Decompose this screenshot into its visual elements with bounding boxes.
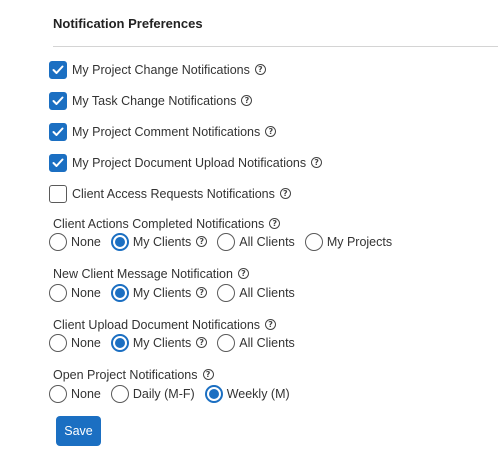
project-change-checkbox[interactable] [49, 61, 67, 79]
radio-label: Weekly (M) [226, 387, 290, 401]
radio-option-all-clients[interactable]: All Clients [217, 334, 295, 352]
radio-option-daily[interactable]: Daily (M-F) [110, 385, 195, 403]
radio-button[interactable] [217, 284, 236, 302]
help-icon[interactable]: ? [254, 63, 266, 75]
radio-option-all-clients[interactable]: All Clients [217, 233, 295, 251]
radio-button[interactable] [217, 334, 236, 352]
radio-button[interactable] [110, 334, 129, 352]
checkbox-row-project-change[interactable]: My Project Change Notifications ? [49, 60, 266, 80]
group-label-text: Client Upload Document Notifications [53, 318, 261, 332]
checkbox-row-client-access[interactable]: Client Access Requests Notifications ? [49, 184, 291, 204]
radio-label: My Clients [132, 286, 192, 300]
radio-label: All Clients [239, 235, 295, 249]
checkbox-label: My Task Change Notifications [72, 94, 237, 108]
radio-button[interactable] [49, 233, 67, 251]
help-icon[interactable]: ? [279, 187, 291, 199]
radio-option-none[interactable]: None [49, 233, 101, 251]
radio-label: None [71, 286, 101, 300]
radio-option-all-clients[interactable]: All Clients [217, 284, 295, 302]
help-icon[interactable]: ? [265, 125, 277, 137]
radio-button[interactable] [110, 385, 129, 403]
task-change-checkbox[interactable] [49, 92, 67, 110]
help-icon[interactable]: ? [311, 156, 323, 168]
radio-label: My Projects [326, 235, 393, 249]
radio-label: My Clients [132, 336, 192, 350]
radio-label: None [71, 387, 101, 401]
radio-option-none[interactable]: None [49, 385, 101, 403]
radio-option-none[interactable]: None [49, 334, 101, 352]
radio-label: None [71, 336, 101, 350]
section-title: Notification Preferences [53, 16, 203, 31]
radio-group-client-actions: None My Clients? All Clients My Projects [49, 232, 402, 252]
group-label-text: Client Actions Completed Notifications [53, 217, 265, 231]
radio-button[interactable] [110, 284, 129, 302]
checkbox-label: Client Access Requests Notifications [72, 187, 275, 201]
group-label-new-client-message: New Client Message Notification? [53, 267, 249, 281]
radio-option-weekly[interactable]: Weekly (M) [204, 385, 290, 403]
radio-group-new-client-message: None My Clients? All Clients [49, 283, 305, 303]
radio-button[interactable] [217, 233, 236, 251]
radio-group-open-project: None Daily (M-F) Weekly (M) [49, 384, 300, 404]
help-icon[interactable]: ? [202, 369, 214, 381]
radio-option-none[interactable]: None [49, 284, 101, 302]
checkbox-row-document-upload[interactable]: My Project Document Upload Notifications… [49, 153, 323, 173]
divider [53, 46, 498, 47]
radio-label: My Clients [132, 235, 192, 249]
check-icon [52, 65, 64, 74]
help-icon[interactable]: ? [237, 268, 249, 280]
radio-option-my-clients[interactable]: My Clients? [110, 284, 208, 302]
check-icon [52, 96, 64, 105]
help-icon[interactable]: ? [269, 218, 281, 230]
document-upload-checkbox[interactable] [49, 154, 67, 172]
radio-button[interactable] [49, 334, 67, 352]
radio-label: None [71, 235, 101, 249]
help-icon[interactable]: ? [196, 286, 208, 298]
radio-label: All Clients [239, 336, 295, 350]
group-label-client-actions: Client Actions Completed Notifications? [53, 217, 281, 231]
save-button[interactable]: Save [56, 416, 101, 446]
help-icon[interactable]: ? [196, 336, 208, 348]
radio-group-client-upload: None My Clients? All Clients [49, 333, 305, 353]
help-icon[interactable]: ? [241, 94, 253, 106]
radio-button[interactable] [204, 385, 223, 403]
check-icon [52, 127, 64, 136]
group-label-text: Open Project Notifications [53, 368, 198, 382]
checkbox-label: My Project Change Notifications [72, 63, 250, 77]
radio-option-my-projects[interactable]: My Projects [304, 233, 393, 251]
radio-option-my-clients[interactable]: My Clients? [110, 233, 208, 251]
help-icon[interactable]: ? [196, 235, 208, 247]
checkbox-row-project-comment[interactable]: My Project Comment Notifications ? [49, 122, 277, 142]
radio-option-my-clients[interactable]: My Clients? [110, 334, 208, 352]
client-access-checkbox[interactable] [49, 185, 67, 203]
help-icon[interactable]: ? [265, 319, 277, 331]
check-icon [52, 158, 64, 167]
radio-label: All Clients [239, 286, 295, 300]
radio-button[interactable] [110, 233, 129, 251]
group-label-text: New Client Message Notification [53, 267, 233, 281]
radio-button[interactable] [304, 233, 323, 251]
radio-button[interactable] [49, 385, 67, 403]
checkbox-label: My Project Comment Notifications [72, 125, 261, 139]
group-label-open-project: Open Project Notifications? [53, 368, 214, 382]
radio-label: Daily (M-F) [132, 387, 195, 401]
radio-button[interactable] [49, 284, 67, 302]
group-label-client-upload: Client Upload Document Notifications? [53, 318, 277, 332]
project-comment-checkbox[interactable] [49, 123, 67, 141]
checkbox-label: My Project Document Upload Notifications [72, 156, 307, 170]
checkbox-row-task-change[interactable]: My Task Change Notifications ? [49, 91, 253, 111]
